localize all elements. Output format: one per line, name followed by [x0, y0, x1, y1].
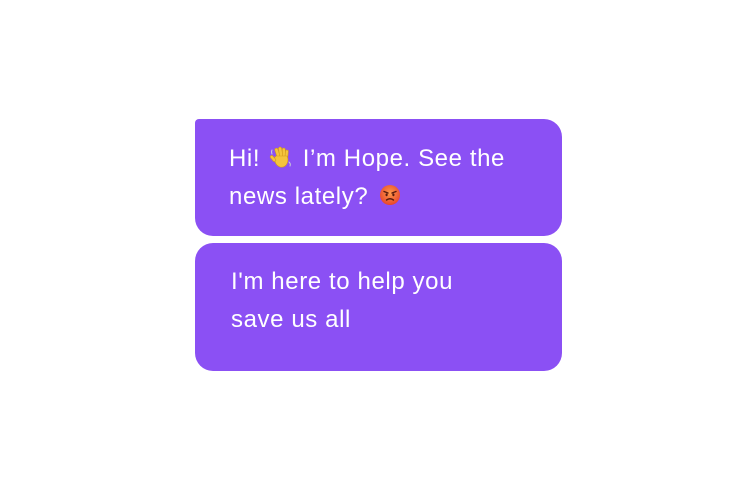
message-1-line-1: Hi! I’m Hope. See the — [229, 140, 538, 178]
message-bubble-2: I'm here to help you save us all — [195, 243, 562, 371]
angry-face-icon — [379, 185, 400, 205]
message-1-line-2: news lately? — [229, 178, 538, 216]
message-2-line-1: I'm here to help you — [231, 268, 454, 295]
message-1-greeting: Hi! — [229, 145, 261, 172]
chat-stage: Hi! I’m Hope. See the news lately? I'm h… — [0, 0, 754, 500]
message-1-intro: I’m Hope. See the — [302, 145, 506, 172]
waving-hand-icon — [270, 146, 292, 168]
message-2-line-2: save us all — [231, 306, 351, 333]
message-bubble-1: Hi! I’m Hope. See the news lately? — [195, 119, 562, 236]
message-1-question: news lately? — [229, 183, 369, 210]
